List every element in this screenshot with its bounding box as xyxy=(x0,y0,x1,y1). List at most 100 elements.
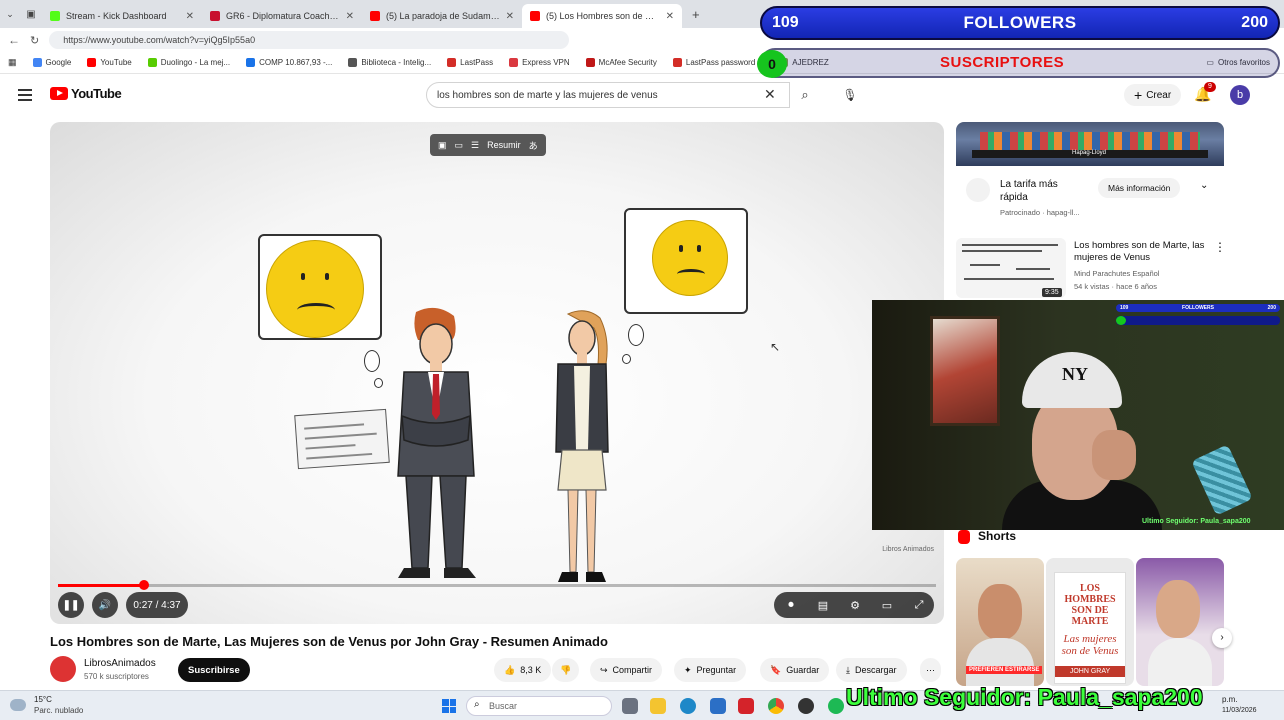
bookmark-icon xyxy=(348,58,358,67)
chrome-icon[interactable] xyxy=(768,698,784,714)
tab-kick-dashboard[interactable]: Stream - Kick Dashboard ✕ xyxy=(42,4,202,28)
bookmark-duolingo[interactable]: Duolingo - La mej... xyxy=(147,58,230,67)
new-tab-button[interactable]: + xyxy=(682,7,710,22)
settings-gear-icon[interactable]: ⚙ xyxy=(844,594,866,616)
document-illustration xyxy=(294,408,390,470)
tab-label: (5) La paradoja de Sudamérica: ¿le xyxy=(386,11,500,21)
book-title-line1: LOS HOMBRES SON DE MARTE xyxy=(1064,583,1116,627)
subtitles-icon[interactable]: ▤ xyxy=(812,594,834,616)
close-icon[interactable]: ✕ xyxy=(346,11,354,22)
ad-more-info-button[interactable]: Más información xyxy=(1098,178,1181,198)
tab-label: Stream - Kick Dashboard xyxy=(66,11,167,21)
fullscreen-icon[interactable]: ⤢ xyxy=(908,594,930,616)
summarize-button[interactable]: Resumir xyxy=(487,140,521,150)
tab-paradoja[interactable]: (5) La paradoja de Sudamérica: ¿le ✕ xyxy=(362,4,522,28)
url-field[interactable]: https://www.youtube.com/watch?v=yiQg5Ip5… xyxy=(49,31,570,49)
video-player[interactable]: ▣ ▭ ☰ Resumir あ Libros Animados ↖ ❚❚ 🔊 0… xyxy=(50,122,944,624)
time-display: 0:27 / 4:37 xyxy=(126,592,188,618)
download-button[interactable]: ⤓ Descargar xyxy=(836,658,907,682)
progress-bar[interactable] xyxy=(58,580,936,590)
bookmark-biblioteca[interactable]: Biblioteca - Intelig... xyxy=(348,58,431,67)
spotify-icon[interactable] xyxy=(828,698,844,714)
bookmark-label: Express VPN xyxy=(522,58,570,67)
bookmark-google[interactable]: Google xyxy=(32,58,72,67)
ad-banner-image[interactable]: Hapag-Lloyd xyxy=(956,122,1224,166)
search-button[interactable]: ⌕ xyxy=(790,82,820,108)
theater-mode-icon[interactable]: ▭ xyxy=(876,594,898,616)
channel-avatar[interactable] xyxy=(50,656,76,682)
create-button[interactable]: + Crear xyxy=(1124,84,1182,106)
tab-actions-icon[interactable]: ⌄ xyxy=(0,9,20,20)
bookmark-mcafee[interactable]: McAfee Security xyxy=(585,58,657,67)
acrobat-icon[interactable] xyxy=(738,698,754,714)
bookmark-lastpass-password[interactable]: LastPass password xyxy=(672,58,755,67)
tab-hombres-marte[interactable]: (5) Los Hombres son de Marte ✕ xyxy=(522,4,682,28)
search-input[interactable]: los hombres son de marte y las mujeres d… xyxy=(426,82,790,108)
back-icon[interactable]: ← xyxy=(8,33,20,47)
windows-start-icon[interactable] xyxy=(442,699,456,713)
file-explorer-icon[interactable] xyxy=(650,698,666,714)
autoplay-toggle-icon[interactable]: ⏺ xyxy=(780,594,802,616)
ad-brand-text: Hapag-Lloyd xyxy=(1072,150,1107,156)
edge-icon[interactable] xyxy=(680,698,696,714)
thumbnail-text-line xyxy=(962,244,1058,246)
short-video-2[interactable]: LOS HOMBRES SON DE MARTE Las mujeres son… xyxy=(1046,558,1134,686)
like-button[interactable]: 👍 8,3 K xyxy=(494,658,552,682)
streamer-hand xyxy=(1092,430,1136,480)
bookmark-lastpass[interactable]: LastPass xyxy=(447,58,493,67)
close-icon[interactable]: ✕ xyxy=(186,11,194,22)
obs-icon[interactable] xyxy=(798,698,814,714)
sad-face-right xyxy=(652,220,728,296)
apps-icon[interactable]: ▦ xyxy=(8,57,17,68)
bookmark-expressvpn[interactable]: Express VPN xyxy=(509,58,570,67)
bookmark-label: Google xyxy=(45,58,72,67)
volume-button[interactable]: 🔊 xyxy=(92,592,118,618)
share-button[interactable]: ↪ Compartir xyxy=(590,658,663,682)
subscribe-button[interactable]: Suscribirse xyxy=(178,658,250,682)
screen-icon[interactable]: ▭ xyxy=(455,140,464,151)
short-video-1[interactable]: PREFIEREN ESTIRARSE xyxy=(956,558,1044,686)
taskbar-search-input[interactable]: Buscar xyxy=(466,696,612,716)
more-actions-button[interactable]: ⋯ xyxy=(920,658,941,682)
account-avatar[interactable]: b xyxy=(1230,85,1250,105)
play-pause-button[interactable]: ❚❚ xyxy=(58,592,84,618)
picture-in-picture-icon[interactable]: ▣ xyxy=(438,140,447,151)
bookmark-youtube[interactable]: YouTube xyxy=(87,58,132,67)
translate-icon[interactable]: あ xyxy=(529,139,538,152)
taskbar-search-placeholder: Buscar xyxy=(489,701,518,711)
recommended-video-title[interactable]: Los hombres son de Marte, las mujeres de… xyxy=(1074,240,1210,264)
close-icon[interactable]: ✕ xyxy=(666,11,674,22)
reload-icon[interactable]: ↻ xyxy=(30,34,39,47)
bookmark-icon: 🔖 xyxy=(770,664,782,675)
store-icon[interactable] xyxy=(710,698,726,714)
ad-title[interactable]: La tarifa más rápida xyxy=(1000,178,1086,204)
short-shirt xyxy=(966,638,1034,686)
more-vertical-icon[interactable]: ⋮ xyxy=(1214,240,1226,254)
weather-cloud-icon[interactable] xyxy=(10,699,26,711)
voice-search-button[interactable]: 🎙 xyxy=(840,84,860,106)
clear-icon[interactable]: ✕ xyxy=(764,86,776,103)
hamburger-menu-icon[interactable] xyxy=(18,89,32,101)
task-view-icon[interactable] xyxy=(622,698,638,714)
microphone-icon xyxy=(1191,444,1253,516)
dislike-button[interactable]: 👎 xyxy=(552,658,580,682)
workspaces-icon[interactable]: ▣ xyxy=(20,9,42,20)
save-button[interactable]: 🔖 Guardar xyxy=(760,658,830,682)
short-video-3[interactable] xyxy=(1136,558,1224,686)
ask-button[interactable]: ✦ Preguntar xyxy=(674,658,747,682)
bookmark-comp[interactable]: COMP 10.867,93 -... xyxy=(246,58,332,67)
sparkle-icon: ✦ xyxy=(684,664,692,675)
recommended-video-channel[interactable]: Mind Parachutes Español xyxy=(1074,269,1159,278)
youtube-logo[interactable]: YouTube xyxy=(50,86,122,101)
share-label: Compartir xyxy=(612,665,653,675)
face-eye xyxy=(679,245,683,252)
face-eye xyxy=(301,273,305,280)
university-icon xyxy=(210,11,220,21)
close-icon[interactable]: ✕ xyxy=(506,11,514,22)
short-face xyxy=(978,584,1022,640)
progress-bar-scrubber[interactable] xyxy=(139,580,150,590)
tab-diplomatura[interactable]: GR6 - Diplomatura Coaching y Lid ✕ xyxy=(202,4,362,28)
shorts-next-arrow-icon[interactable]: › xyxy=(1212,628,1232,648)
channel-name[interactable]: LibrosAnimados xyxy=(84,658,156,669)
chevron-down-icon[interactable]: ⌄ xyxy=(1200,180,1208,191)
